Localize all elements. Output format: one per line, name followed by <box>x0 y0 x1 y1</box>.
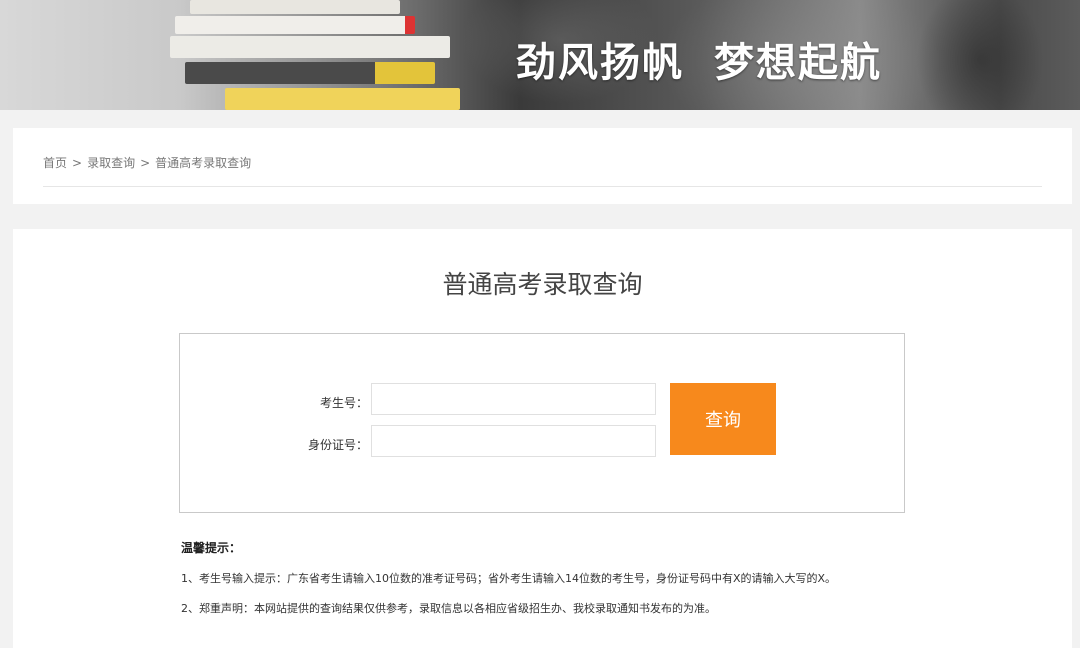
banner-book-illustration <box>185 62 435 84</box>
page-title: 普通高考录取查询 <box>442 270 643 299</box>
id-number-label: 身份证号： <box>307 438 368 452</box>
breadcrumb-admission-query-link[interactable]: 录取查询 <box>87 156 135 170</box>
query-button[interactable]: 查询 <box>670 383 776 455</box>
main-content-panel: 普通高考录取查询 考生号： 身份证号： 查询 温馨提示： 1、考生号输入提示：广… <box>13 229 1072 648</box>
exam-number-label: 考生号： <box>319 396 368 410</box>
id-number-input[interactable] <box>371 425 656 457</box>
header-banner: 劲风扬帆 梦想起航 <box>0 0 1080 110</box>
banner-slogan: 劲风扬帆 梦想起航 <box>516 30 882 88</box>
breadcrumb-divider <box>43 186 1042 187</box>
banner-book-illustration <box>175 16 415 34</box>
query-form: 考生号： 身份证号： 查询 <box>179 333 905 513</box>
breadcrumb-separator: > <box>140 156 151 170</box>
banner-slogan-part1: 劲风扬帆 <box>516 40 684 86</box>
breadcrumb-separator: > <box>72 156 83 170</box>
breadcrumb-home-link[interactable]: 首页 <box>43 156 67 170</box>
breadcrumb-panel: 首页 > 录取查询 > 普通高考录取查询 <box>13 128 1072 204</box>
tips-section: 温馨提示： 1、考生号输入提示：广东省考生请输入10位数的准考证号码；省外考生请… <box>181 539 1041 630</box>
banner-book-illustration <box>170 36 450 58</box>
banner-book-illustration <box>225 88 460 110</box>
breadcrumb: 首页 > 录取查询 > 普通高考录取查询 <box>43 154 251 171</box>
banner-book-illustration <box>190 0 400 14</box>
tips-item: 1、考生号输入提示：广东省考生请输入10位数的准考证号码；省外考生请输入14位数… <box>181 572 837 585</box>
banner-slogan-part2: 梦想起航 <box>714 40 882 86</box>
breadcrumb-current-page: 普通高考录取查询 <box>155 156 252 170</box>
tips-item: 2、郑重声明：本网站提供的查询结果仅供参考，录取信息以各相应省级招生办、我校录取… <box>181 602 716 615</box>
tips-title: 温馨提示： <box>181 541 242 555</box>
exam-number-input[interactable] <box>371 383 656 415</box>
